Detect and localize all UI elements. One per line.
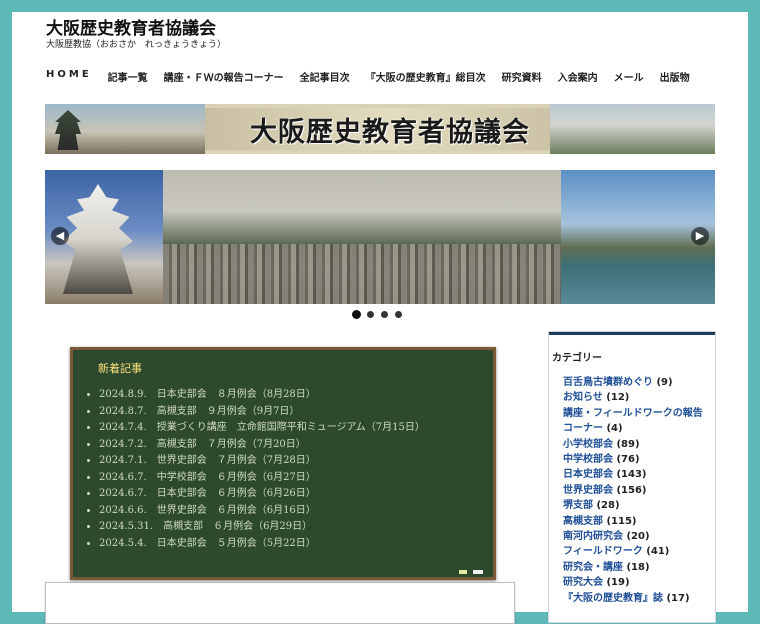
category-link[interactable]: フィールドワーク	[563, 546, 643, 557]
category-count: (156)	[616, 484, 647, 496]
category-count: (28)	[596, 500, 620, 512]
slider-dot-2[interactable]	[367, 311, 374, 318]
news-item[interactable]: 2024.6.6. 世界史部会 ６月例会（6月16日）	[99, 503, 425, 520]
category-item: フィールドワーク (41)	[563, 544, 711, 559]
nav-home[interactable]: HOME	[46, 69, 92, 83]
slide-photo-city	[163, 170, 561, 304]
nav-course-report[interactable]: 講座・ＦＷの報告コーナー	[164, 69, 284, 84]
slider-dots	[353, 311, 402, 318]
sidebar-top-bar	[549, 332, 715, 335]
category-item: お知らせ (12)	[563, 390, 711, 405]
nav-all-contents[interactable]: 全記事目次	[300, 69, 350, 84]
news-item[interactable]: 2024.6.7. 中学校部会 ６月例会（6月27日）	[99, 470, 425, 487]
category-item: 堺支部 (28)	[563, 498, 711, 513]
nav-mail[interactable]: メール	[614, 69, 644, 84]
nav-publications[interactable]: 出版物	[660, 69, 690, 84]
category-count: (76)	[616, 454, 640, 466]
news-item[interactable]: 2024.7.4. 授業づくり講座 立命館国際平和ミュージアム（7月15日）	[99, 420, 425, 437]
banner-photo-city	[550, 104, 715, 154]
category-count: (89)	[616, 438, 640, 450]
category-item: 研究会・講座 (18)	[563, 560, 711, 575]
category-link[interactable]: 高槻支部	[563, 516, 603, 527]
category-list: 百舌鳥古墳群めぐり (9) お知らせ (12) 講座・フィールドワークの報告コー…	[563, 375, 711, 606]
category-count: (17)	[666, 592, 690, 604]
category-count: (4)	[606, 423, 623, 435]
category-item: 小学校部会 (89)	[563, 437, 711, 452]
news-item[interactable]: 2024.5.4. 日本史部会 ５月例会（5月22日）	[99, 536, 425, 553]
slider-dot-4[interactable]	[395, 311, 402, 318]
news-blackboard: 新着記事 2024.8.9. 日本史部会 ８月例会（8月28日） 2024.8.…	[70, 347, 496, 580]
category-count: (20)	[626, 531, 650, 543]
category-link[interactable]: お知らせ	[563, 392, 603, 403]
chalk-yellow	[459, 570, 467, 574]
slider-dot-1[interactable]	[353, 311, 360, 318]
castle-silhouette	[55, 110, 81, 150]
category-link[interactable]: 南河内研究会	[563, 531, 623, 542]
city-image	[163, 244, 561, 304]
slider-next-arrow-icon[interactable]: ▶	[691, 227, 709, 245]
category-item: 高槻支部 (115)	[563, 514, 711, 529]
chalk-white	[473, 570, 483, 574]
category-count: (9)	[656, 377, 673, 388]
news-item[interactable]: 2024.7.1. 世界史部会 ７月例会（7月28日）	[99, 453, 425, 470]
category-item: 研究大会 (19)	[563, 575, 711, 590]
category-link[interactable]: 小学校部会	[563, 439, 613, 450]
category-count: (19)	[606, 577, 630, 589]
nav-membership[interactable]: 入会案内	[558, 69, 598, 84]
news-item[interactable]: 2024.5.31. 高槻支部 ６月例会（6月29日）	[99, 519, 425, 536]
site-subtitle: 大阪歴教協（おおさか れっきょうきょう）	[46, 40, 227, 50]
category-link[interactable]: 日本史部会	[563, 469, 613, 480]
sidebar-title: カテゴリー	[552, 353, 602, 364]
category-link[interactable]: 研究大会	[563, 577, 603, 588]
category-link[interactable]: 『大阪の歴史教育』誌	[563, 593, 663, 604]
category-item: 講座・フィールドワークの報告コーナー (4)	[563, 406, 711, 437]
nav-journal-index[interactable]: 『大阪の歴史教育』総目次	[366, 69, 486, 84]
castle-image	[63, 184, 133, 294]
news-heading: 新着記事	[98, 362, 142, 375]
category-count: (143)	[616, 469, 647, 481]
slider-dot-3[interactable]	[381, 311, 388, 318]
nav-research-materials[interactable]: 研究資料	[502, 69, 542, 84]
news-list: 2024.8.9. 日本史部会 ８月例会（8月28日） 2024.8.7. 高槻…	[87, 387, 425, 552]
category-link[interactable]: 中学校部会	[563, 454, 613, 465]
category-count: (18)	[626, 561, 650, 573]
main-nav: HOME 記事一覧 講座・ＦＷの報告コーナー 全記事目次 『大阪の歴史教育』総目…	[46, 69, 706, 84]
slider-prev-arrow-icon[interactable]: ◀	[51, 227, 69, 245]
category-item: 中学校部会 (76)	[563, 452, 711, 467]
banner-photo-castle	[45, 104, 205, 154]
category-item: 日本史部会 (143)	[563, 467, 711, 482]
category-link[interactable]: 研究会・講座	[563, 562, 623, 573]
category-count: (41)	[646, 546, 670, 558]
category-link[interactable]: 百舌鳥古墳群めぐり	[563, 377, 653, 388]
category-count: (12)	[606, 392, 630, 404]
category-count: (115)	[606, 515, 637, 527]
banner-title: 大阪歴史教育者協議会	[250, 116, 530, 148]
news-item[interactable]: 2024.8.9. 日本史部会 ８月例会（8月28日）	[99, 387, 425, 404]
banner-title-box: 大阪歴史教育者協議会	[205, 108, 575, 150]
news-item[interactable]: 2024.6.7. 日本史部会 ６月例会（6月26日）	[99, 486, 425, 503]
category-item: 南河内研究会 (20)	[563, 529, 711, 544]
category-sidebar: カテゴリー 百舌鳥古墳群めぐり (9) お知らせ (12) 講座・フィールドワー…	[548, 331, 716, 623]
content-box	[45, 582, 515, 624]
category-item: 『大阪の歴史教育』誌 (17)	[563, 591, 711, 606]
category-item: 百舌鳥古墳群めぐり (9)	[563, 375, 711, 390]
page: 大阪歴史教育者協議会 大阪歴教協（おおさか れっきょうきょう） HOME 記事一…	[12, 12, 748, 624]
image-slider[interactable]: ◀ ▶	[45, 170, 715, 304]
news-item[interactable]: 2024.7.2. 高槻支部 ７月例会（7月20日）	[99, 437, 425, 454]
news-item[interactable]: 2024.8.7. 高槻支部 ９月例会（9月7日）	[99, 404, 425, 421]
header-banner[interactable]: 大阪歴史教育者協議会	[45, 104, 715, 154]
category-link[interactable]: 世界史部会	[563, 485, 613, 496]
category-item: 世界史部会 (156)	[563, 483, 711, 498]
nav-article-list[interactable]: 記事一覧	[108, 69, 148, 84]
category-link[interactable]: 講座・フィールドワークの報告コーナー	[563, 408, 703, 434]
site-title[interactable]: 大阪歴史教育者協議会	[46, 14, 216, 39]
category-link[interactable]: 堺支部	[563, 500, 593, 511]
